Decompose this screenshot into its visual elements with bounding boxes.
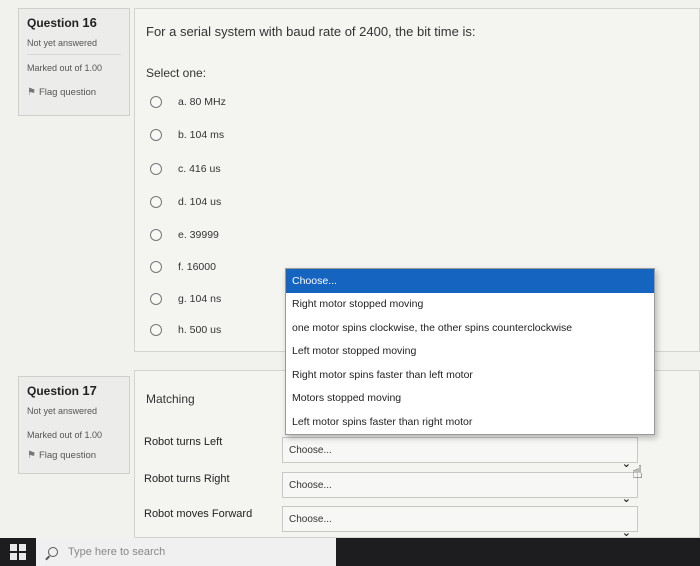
select-value: Choose... xyxy=(289,444,332,456)
dropdown-options-list: Choose... Right motor stopped moving one… xyxy=(285,268,655,435)
chevron-down-icon: ⌄ xyxy=(621,492,631,505)
match-select-forward[interactable]: Choose... ⌄ xyxy=(282,506,638,539)
match-select-right[interactable]: Choose... ⌄ xyxy=(282,472,638,505)
option-f[interactable]: f. 16000 xyxy=(150,261,216,273)
option-label: b. 104 ms xyxy=(178,129,225,141)
option-label: h. 500 us xyxy=(178,324,222,336)
radio-button[interactable] xyxy=(150,324,162,336)
start-button[interactable] xyxy=(0,538,36,566)
match-row-label-right: Robot turns Right xyxy=(144,473,230,485)
match-select-left[interactable]: Choose... ⌄ xyxy=(282,437,638,470)
question-17-number: Question 17 xyxy=(27,383,97,398)
dropdown-option[interactable]: one motor spins clockwise, the other spi… xyxy=(286,316,654,340)
dropdown-option[interactable]: Left motor spins faster than right motor xyxy=(286,410,654,434)
option-a[interactable]: a. 80 MHz xyxy=(150,96,226,108)
flag-icon: ⚑ xyxy=(27,87,36,98)
option-e[interactable]: e. 39999 xyxy=(150,229,219,241)
option-label: a. 80 MHz xyxy=(178,96,226,108)
quiz-page: Question 16 Not yet answered Marked out … xyxy=(0,0,700,539)
option-label: e. 39999 xyxy=(178,229,219,241)
dropdown-option[interactable]: Left motor stopped moving xyxy=(286,340,654,364)
taskbar-search-box[interactable]: Type here to search xyxy=(36,538,336,566)
radio-button[interactable] xyxy=(150,129,162,141)
chevron-down-icon: ⌄ xyxy=(621,457,631,470)
select-value: Choose... xyxy=(289,513,332,525)
divider xyxy=(27,54,121,55)
dropdown-option[interactable]: Right motor spins faster than left motor xyxy=(286,363,654,387)
flag-question-17-link[interactable]: ⚑ Flag question xyxy=(27,450,121,461)
question-16-number: Question 16 xyxy=(27,15,97,30)
chevron-down-icon: ⌄ xyxy=(621,526,631,539)
radio-button[interactable] xyxy=(150,229,162,241)
windows-taskbar: Type here to search xyxy=(0,538,700,566)
option-label: c. 416 us xyxy=(178,163,221,175)
option-g[interactable]: g. 104 ns xyxy=(150,293,221,305)
question-17-state: Not yet answered xyxy=(27,406,98,416)
option-h[interactable]: h. 500 us xyxy=(150,324,221,336)
flag-label: Flag question xyxy=(38,450,97,461)
question-16-grade: Marked out of 1.00 xyxy=(27,63,103,73)
match-row-label-left: Robot turns Left xyxy=(144,436,223,448)
question-16-text: For a serial system with baud rate of 24… xyxy=(146,24,476,39)
radio-button[interactable] xyxy=(150,293,162,305)
radio-button[interactable] xyxy=(150,261,162,273)
option-label: d. 104 us xyxy=(178,196,222,208)
option-d[interactable]: d. 104 us xyxy=(150,196,221,208)
select-one-prompt: Select one: xyxy=(146,66,207,80)
search-icon xyxy=(48,547,58,557)
flag-label: Flag question xyxy=(38,87,97,98)
dropdown-option[interactable]: Motors stopped moving xyxy=(286,387,654,411)
windows-logo-icon xyxy=(10,544,26,560)
dropdown-option[interactable]: Right motor stopped moving xyxy=(286,293,654,317)
dropdown-option-choose[interactable]: Choose... xyxy=(286,269,654,293)
question-17-info: Question 17 Not yet answered Marked out … xyxy=(18,376,130,474)
select-value: Choose... xyxy=(289,479,332,491)
radio-button[interactable] xyxy=(150,196,162,208)
match-row-label-forward: Robot moves Forward xyxy=(144,508,253,520)
radio-button[interactable] xyxy=(150,163,162,175)
search-placeholder: Type here to search xyxy=(68,546,166,558)
question-16-info: Question 16 Not yet answered Marked out … xyxy=(18,8,130,116)
flag-icon: ⚑ xyxy=(27,450,36,461)
flag-question-16-link[interactable]: ⚑ Flag question xyxy=(27,87,121,98)
option-label: f. 16000 xyxy=(178,261,216,273)
question-17-grade: Marked out of 1.00 xyxy=(27,430,103,440)
question-16-state: Not yet answered xyxy=(27,38,98,48)
option-b[interactable]: b. 104 ms xyxy=(150,129,224,141)
question-17-text: Matching xyxy=(146,392,195,406)
option-label: g. 104 ns xyxy=(178,293,222,305)
hand-cursor-icon: ☝ xyxy=(632,462,643,482)
radio-button[interactable] xyxy=(150,96,162,108)
option-c[interactable]: c. 416 us xyxy=(150,163,221,175)
